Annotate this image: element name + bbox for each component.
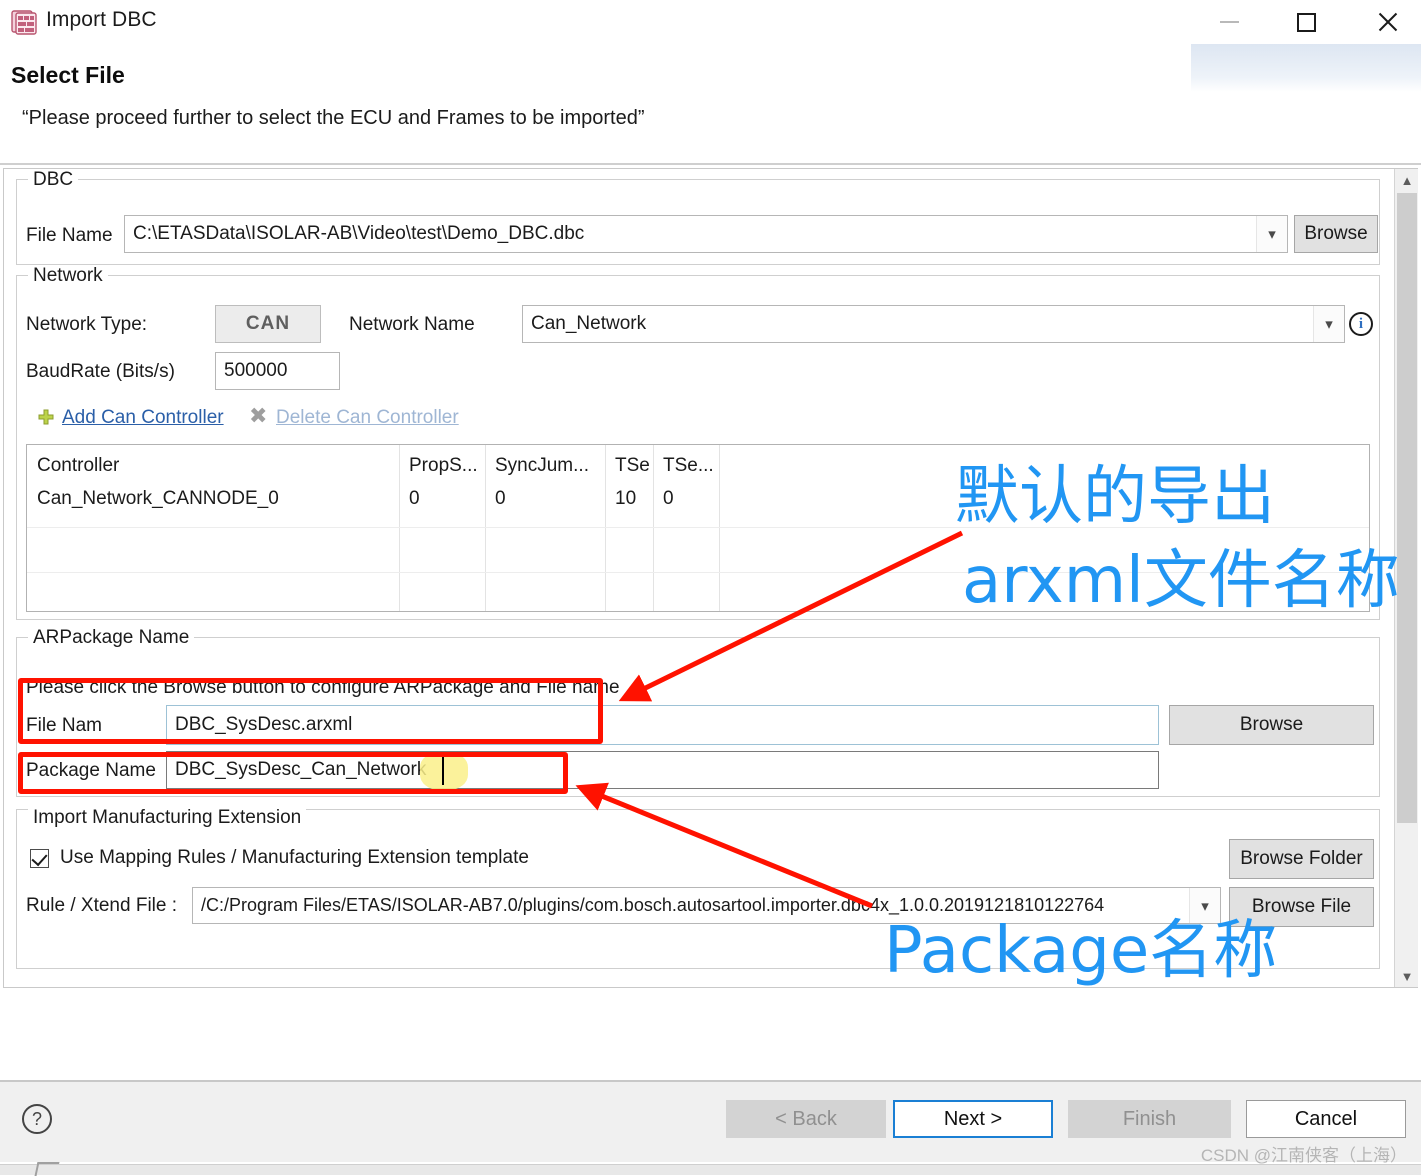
use-mapping-rules-checkbox[interactable] [30,849,49,868]
scroll-up-icon[interactable]: ▲ [1395,169,1419,191]
close-button[interactable] [1355,0,1421,44]
maximize-icon [1296,12,1316,32]
delete-x-icon: ✖ [249,403,268,428]
browse-folder-button[interactable]: Browse Folder [1229,839,1374,879]
page-subtitle: “Please proceed further to select the EC… [22,107,645,129]
rule-xtend-file-value: /C:/Program Files/ETAS/ISOLAR-AB7.0/plug… [201,895,1105,915]
annotation-box-package-name [18,752,568,794]
dbc-grid-icon [10,8,38,36]
annotation-box-file-name [18,678,603,744]
baudrate-label: BaudRate (Bits/s) [26,361,175,382]
network-group-label: Network [28,265,108,287]
rule-xtend-file-label: Rule / Xtend File : [26,895,178,916]
close-icon [1376,10,1400,34]
header-gradient [1191,44,1421,92]
table-row: 10 [615,488,637,509]
dbc-file-name-combo[interactable]: C:\ETASData\ISOLAR-AB\Video\test\Demo_DB… [124,215,1288,253]
delete-can-controller-link: Delete Can Controller [276,407,459,428]
table-header-controller: Controller [37,455,120,476]
network-name-combo[interactable]: Can_Network ▾ [522,305,1345,343]
chevron-down-icon[interactable]: ▾ [1256,216,1287,252]
network-type-label: Network Type: [26,314,148,335]
arpackage-group-label: ARPackage Name [28,627,195,649]
help-icon[interactable]: ? [22,1104,52,1134]
scrollbar-thumb[interactable] [1397,193,1417,823]
use-mapping-rules-label: Use Mapping Rules / Manufacturing Extens… [60,847,529,868]
taskbar-strip [0,1164,1421,1175]
plus-icon [37,409,55,427]
table-header-props: PropS... [409,455,478,476]
next-button[interactable]: Next > [893,1100,1053,1138]
network-name-label: Network Name [349,314,475,335]
manufacturing-group-label: Import Manufacturing Extension [28,807,307,829]
scroll-down-icon[interactable]: ▼ [1395,965,1419,987]
table-header-tseg1: TSe... [615,455,649,476]
import-dbc-window: Import DBC Select File “Please proceed f… [0,0,1421,1176]
page-title: Select File [11,62,125,88]
title-bar: Import DBC [0,0,1421,44]
arpackage-browse-button[interactable]: Browse [1169,705,1374,745]
dbc-file-name-value: C:\ETASData\ISOLAR-AB\Video\test\Demo_DB… [133,223,585,244]
table-row: Can_Network_CANNODE_0 [37,488,279,509]
minimize-button[interactable] [1196,0,1262,44]
back-button: < Back [726,1100,886,1138]
window-title: Import DBC [46,8,157,31]
add-can-controller-link[interactable]: Add Can Controller [62,407,224,429]
cancel-button[interactable]: Cancel [1246,1100,1406,1138]
dbc-group-label: DBC [28,169,79,191]
annotation-note1-line2: arxml文件名称 [962,544,1400,618]
table-row: 0 [409,488,420,509]
table-header-tseg2: TSe... [663,455,714,476]
annotation-note2: Package名称 [884,914,1278,988]
baudrate-input[interactable]: 500000 [215,352,340,390]
annotation-note1-line1: 默认的导出 [955,460,1275,534]
chevron-down-icon[interactable]: ▾ [1313,306,1344,342]
network-name-value: Can_Network [531,313,647,334]
info-icon[interactable]: i [1349,312,1373,336]
network-type-value: CAN [215,305,321,343]
dbc-browse-button[interactable]: Browse [1294,215,1378,253]
finish-button: Finish [1068,1100,1231,1138]
table-row: 0 [663,488,674,509]
minimize-icon [1219,21,1239,23]
header-divider [0,163,1421,165]
watermark: CSDN @江南侠客（上海） [1200,1146,1407,1165]
table-row: 0 [495,488,506,509]
table-header-syncjump: SyncJum... [495,455,589,476]
maximize-button[interactable] [1273,0,1339,44]
dbc-file-name-label: File Name [26,225,113,246]
